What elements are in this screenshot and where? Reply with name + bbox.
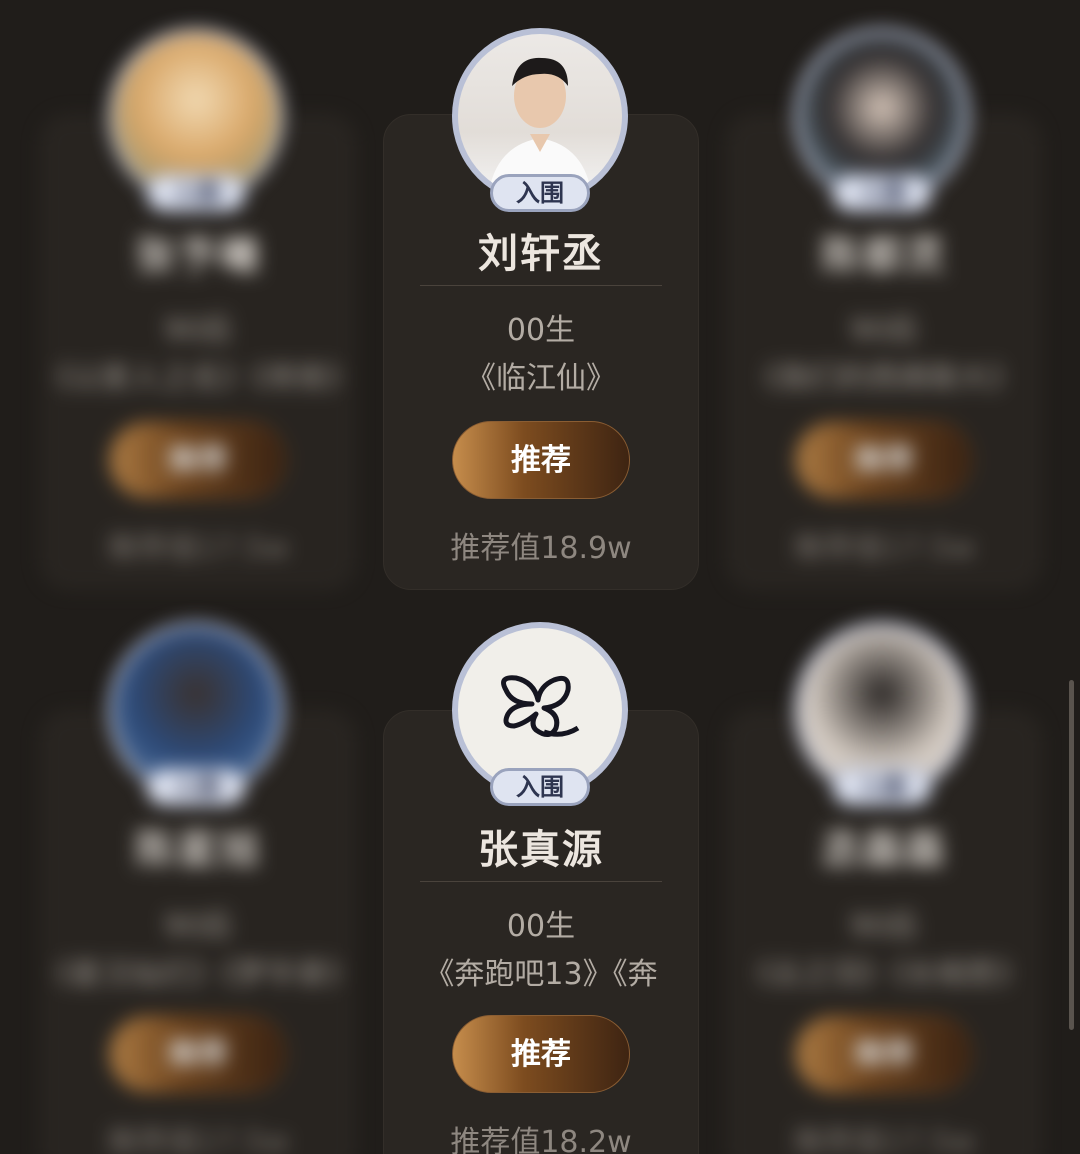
candidate-name: 陈都灵 — [821, 233, 947, 279]
shortlist-badge: 入围 — [832, 768, 932, 806]
candidate-works: 《以家人之名》《将夜》 — [41, 361, 355, 396]
recommend-button[interactable]: 推荐 — [795, 1015, 973, 1093]
candidate-avatar[interactable]: 入围 — [794, 622, 970, 806]
candidate-works: 《云之羽》《长相思》 — [741, 957, 1027, 992]
recommend-button[interactable]: 推荐 — [452, 421, 630, 499]
candidate-birth: 90后 — [163, 909, 233, 944]
candidate-birth: 90后 — [849, 909, 919, 944]
shortlist-badge: 入围 — [490, 768, 590, 806]
recommend-button[interactable]: 推荐 — [795, 421, 973, 499]
recommend-button[interactable]: 推荐 — [452, 1015, 630, 1093]
shortlist-badge: 入围 — [490, 174, 590, 212]
candidate-grid-page: 张予曦 90后 《以家人之名》《将夜》 推荐 推荐值17.5w 入围 刘轩丞 0… — [0, 0, 1080, 1154]
candidate-birth: 90后 — [163, 313, 233, 348]
candidate-birth: 00生 — [506, 909, 576, 944]
recommend-score: 推荐值18.2w — [450, 1125, 632, 1154]
candidate-name: 张予曦 — [135, 233, 261, 279]
candidate-works: 《星汉灿烂》《梦华录》 — [41, 957, 355, 992]
candidate-name: 陈星旭 — [135, 827, 261, 873]
name-divider — [420, 881, 662, 882]
candidate-avatar[interactable]: 入围 — [452, 28, 628, 212]
recommend-button[interactable]: 推荐 — [109, 421, 287, 499]
recommend-score: 推荐值17.5w — [107, 531, 289, 566]
recommend-score: 推荐值18.9w — [450, 531, 632, 566]
candidate-name: 刘轩丞 — [478, 231, 604, 277]
candidate-works: 《临江仙》 — [466, 361, 616, 396]
candidate-birth: 00生 — [506, 313, 576, 348]
shortlist-badge: 入围 — [146, 768, 246, 806]
shortlist-badge: 入围 — [832, 174, 932, 212]
name-divider — [420, 285, 662, 286]
shortlist-badge: 入围 — [146, 174, 246, 212]
recommend-score: 推荐值17.5w — [793, 1125, 975, 1154]
candidate-avatar[interactable]: 入围 — [794, 28, 970, 212]
recommend-button[interactable]: 推荐 — [109, 1015, 287, 1093]
candidate-name: 丞磊磊 — [821, 827, 947, 873]
candidate-avatar[interactable]: 入围 — [452, 622, 628, 806]
scrollbar[interactable] — [1069, 680, 1074, 1030]
recommend-score: 推荐值17.5w — [793, 531, 975, 566]
candidate-birth: 90后 — [849, 313, 919, 348]
candidate-works: 《奔跑吧13》《奔 — [424, 957, 658, 992]
candidate-name: 张真源 — [478, 827, 604, 873]
candidate-avatar[interactable]: 入围 — [108, 28, 284, 212]
candidate-avatar[interactable]: 入围 — [108, 622, 284, 806]
candidate-works: 《我们的西南联大》 — [749, 361, 1019, 396]
recommend-score: 推荐值17.5w — [107, 1125, 289, 1154]
